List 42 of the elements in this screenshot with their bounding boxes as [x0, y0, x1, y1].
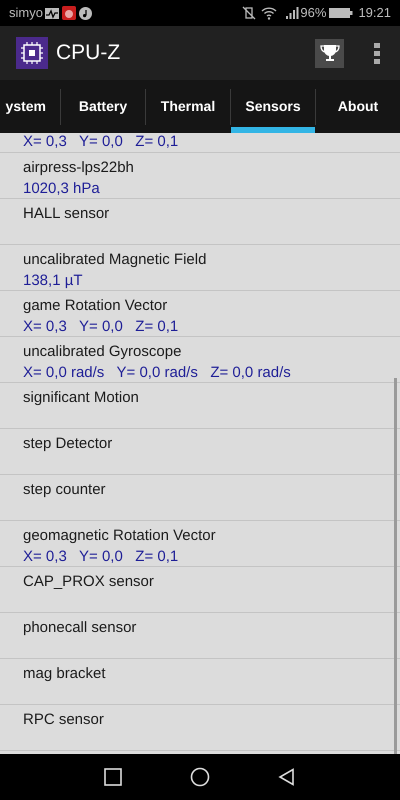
sensor-name: airpress-lps22bh: [23, 159, 135, 177]
tab[interactable]: ystem: [0, 80, 60, 133]
trophy-icon: [320, 43, 340, 63]
tab[interactable]: Battery: [61, 80, 145, 133]
app-icon: [62, 6, 76, 20]
sensor-reading: X= 0,0 rad/s Y= 0,0 rad/s Z= 0,0 rad/s: [23, 364, 292, 382]
carrier-name: simyo: [9, 4, 43, 22]
sensor-name: HALL sensor: [23, 205, 110, 223]
trophy-button[interactable]: [315, 38, 344, 68]
sensor-name: uncalibrated Magnetic Field: [23, 251, 208, 269]
chip-logo-icon: [16, 37, 48, 69]
battery-percent: 96%: [300, 4, 326, 22]
tab[interactable]: Sensors: [231, 80, 315, 133]
app-title: CPU-Z: [56, 40, 120, 66]
sensor-name: mag bracket: [23, 665, 107, 683]
sensor-reading: X= 0,3 Y= 0,0 Z= 0,1: [23, 548, 180, 566]
sensor-name: phonecall sensor: [23, 619, 138, 637]
sensor-reading: 1020,3 hPa: [23, 180, 101, 198]
sensor-name: significant Motion: [23, 389, 140, 407]
sensor-name: uncalibrated Gyroscope: [23, 343, 182, 361]
sensor-name: game Rotation Vector: [23, 297, 168, 315]
home-button[interactable]: [190, 767, 210, 787]
activity-icon: [44, 8, 59, 18]
tab[interactable]: About: [316, 80, 400, 133]
clock-time: 19:21: [358, 4, 391, 22]
battery-icon: [329, 8, 354, 18]
more-options-button[interactable]: [374, 42, 380, 64]
music-note-icon: [78, 6, 92, 20]
back-button[interactable]: [278, 768, 296, 786]
sensor-reading: 138,1 µT: [23, 272, 84, 290]
sensor-reading: X= 0,3 Y= 0,0 Z= 0,1: [23, 133, 180, 151]
muted-vibrate-icon: [242, 6, 256, 20]
sensor-name: geomagnetic Rotation Vector: [23, 527, 217, 545]
sensor-name: step counter: [23, 481, 107, 499]
sensor-name: CAP_PROX sensor: [23, 573, 155, 591]
signal-icon: [286, 7, 300, 19]
recents-button[interactable]: [104, 768, 122, 786]
wifi-icon: [261, 6, 278, 20]
sensor-name: RPC sensor: [23, 711, 105, 729]
sensor-name: step Detector: [23, 435, 114, 453]
sensor-reading: X= 0,3 Y= 0,0 Z= 0,1: [23, 318, 180, 336]
tab[interactable]: Thermal: [146, 80, 230, 133]
